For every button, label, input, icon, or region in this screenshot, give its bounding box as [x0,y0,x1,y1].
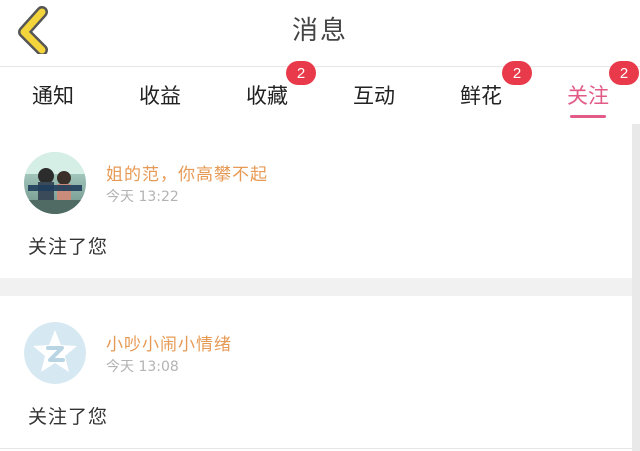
unread-badge: 2 [286,61,316,85]
message-text: 关注了您 [28,236,109,258]
user-photo-icon [24,152,86,214]
tab-interactions[interactable]: 互动 [329,67,419,123]
message-list: 姐的范，你高攀不起 今天 13:22 关注了您 小吵小闹小情绪 今天 13:08… [0,122,632,451]
tab-label: 鲜花 [460,84,502,108]
message-text: 关注了您 [28,406,109,428]
tab-label: 收益 [139,84,181,108]
default-avatar-icon [24,322,86,384]
tab-flowers[interactable]: 鲜花 2 [436,61,532,123]
tab-bar: 通知 收益 收藏 2 互动 鲜花 2 关注 2 [0,61,640,123]
top-bar: 消息 [0,0,640,66]
tab-label: 关注 [567,84,609,108]
app-screen: 消息 通知 收益 收藏 2 互动 鲜花 2 关注 2 姐的范，你高攀不起 今天 … [0,0,640,451]
tab-favorites[interactable]: 收藏 2 [222,61,316,123]
tab-label: 收藏 [246,84,288,108]
list-item[interactable]: 姐的范，你高攀不起 今天 13:22 关注了您 [0,122,632,278]
unread-badge: 2 [609,61,639,85]
username[interactable]: 姐的范，你高攀不起 [106,160,268,185]
timestamp: 今天 13:08 [106,359,179,375]
tab-following[interactable]: 关注 2 [543,61,639,123]
scrollbar[interactable] [632,124,640,451]
tab-earnings[interactable]: 收益 [115,67,205,123]
divider [0,448,632,449]
list-item[interactable]: 小吵小闹小情绪 今天 13:08 关注了您 [0,296,632,451]
section-divider [0,278,632,296]
tab-label: 互动 [353,84,395,108]
username[interactable]: 小吵小闹小情绪 [106,330,232,355]
page-title: 消息 [291,16,348,46]
active-tab-indicator [570,115,606,118]
timestamp: 今天 13:22 [106,189,179,205]
unread-badge: 2 [502,61,532,85]
avatar[interactable] [24,322,86,384]
tab-label: 通知 [32,84,74,108]
tab-notifications[interactable]: 通知 [8,67,98,123]
avatar[interactable] [24,152,86,214]
